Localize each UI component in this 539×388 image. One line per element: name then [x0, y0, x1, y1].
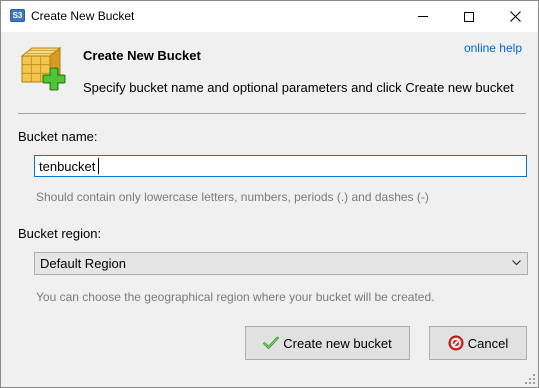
title-bar[interactable]: S3 Create New Bucket — [1, 1, 538, 32]
bucket-name-input[interactable] — [34, 155, 527, 177]
bucket-name-hint: Should contain only lowercase letters, n… — [36, 190, 429, 204]
header-divider — [18, 113, 526, 114]
close-icon — [509, 11, 521, 22]
online-help-link[interactable]: online help — [464, 41, 522, 55]
create-bucket-button-label: Create new bucket — [283, 335, 392, 351]
maximize-button[interactable] — [446, 1, 492, 32]
bucket-region-selected: Default Region — [40, 256, 126, 271]
maximize-icon — [464, 11, 474, 22]
bucket-region-select[interactable]: Default Region — [34, 252, 528, 275]
chevron-down-icon — [512, 260, 521, 266]
cancel-button-label: Cancel — [467, 335, 509, 351]
dialog-header: Create New Bucket Specify bucket name an… — [1, 32, 538, 112]
close-button[interactable] — [492, 1, 538, 32]
text-caret — [98, 158, 99, 174]
bucket-region-label: Bucket region: — [18, 226, 102, 241]
bucket-add-icon — [20, 46, 66, 91]
header-title: Create New Bucket — [83, 48, 201, 63]
checkmark-icon — [263, 336, 280, 350]
minimize-icon — [418, 16, 428, 17]
bucket-name-label: Bucket name: — [18, 129, 98, 144]
cancel-button[interactable]: Cancel — [429, 326, 527, 360]
app-icon: S3 — [10, 9, 25, 22]
create-bucket-dialog: S3 Create New Bucket Create New Bucket S… — [0, 0, 539, 388]
resize-grip-icon[interactable] — [525, 374, 536, 385]
bucket-region-hint: You can choose the geographical region w… — [36, 290, 435, 304]
create-bucket-button[interactable]: Create new bucket — [245, 326, 410, 360]
minimize-button[interactable] — [400, 1, 446, 32]
cancel-icon — [448, 335, 464, 351]
window-title: Create New Bucket — [31, 9, 135, 23]
header-description: Specify bucket name and optional paramet… — [83, 80, 514, 95]
